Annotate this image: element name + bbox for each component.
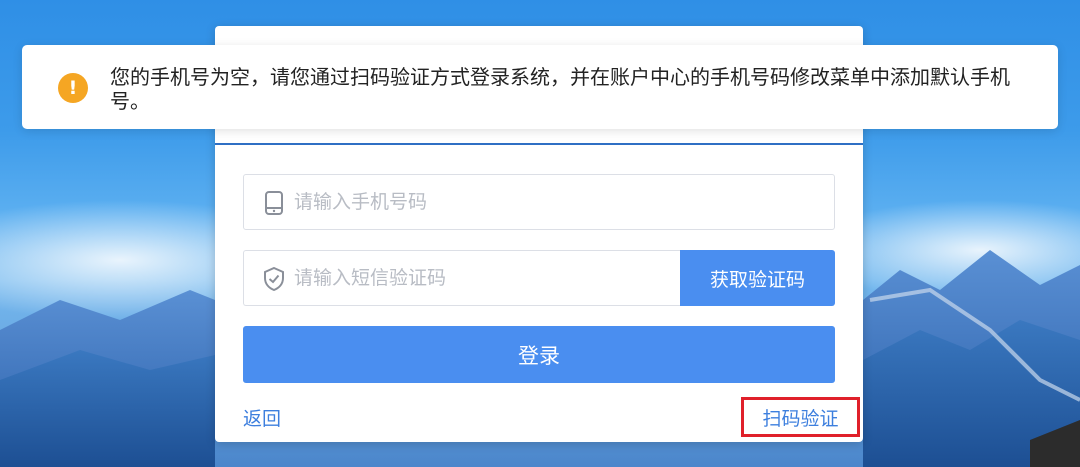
phone-input[interactable]: [294, 175, 814, 229]
mobile-phone-icon: [262, 191, 286, 215]
card-divider: [215, 143, 863, 145]
warning-notification: ! 您的手机号为空，请您通过扫码验证方式登录系统，并在账户中心的手机号码修改菜单…: [22, 45, 1058, 129]
phone-input-row: [243, 174, 835, 230]
login-button[interactable]: 登录: [243, 326, 835, 383]
warning-icon: !: [58, 73, 88, 103]
shield-check-icon: [262, 267, 286, 291]
qr-verify-link[interactable]: 扫码验证: [741, 397, 860, 437]
sms-input-row: [243, 250, 680, 306]
sms-code-input[interactable]: [294, 251, 664, 305]
get-code-button[interactable]: 获取验证码: [680, 250, 835, 306]
back-link[interactable]: 返回: [243, 404, 281, 431]
notification-message: 您的手机号为空，请您通过扫码验证方式登录系统，并在账户中心的手机号码修改菜单中添…: [110, 65, 1010, 113]
